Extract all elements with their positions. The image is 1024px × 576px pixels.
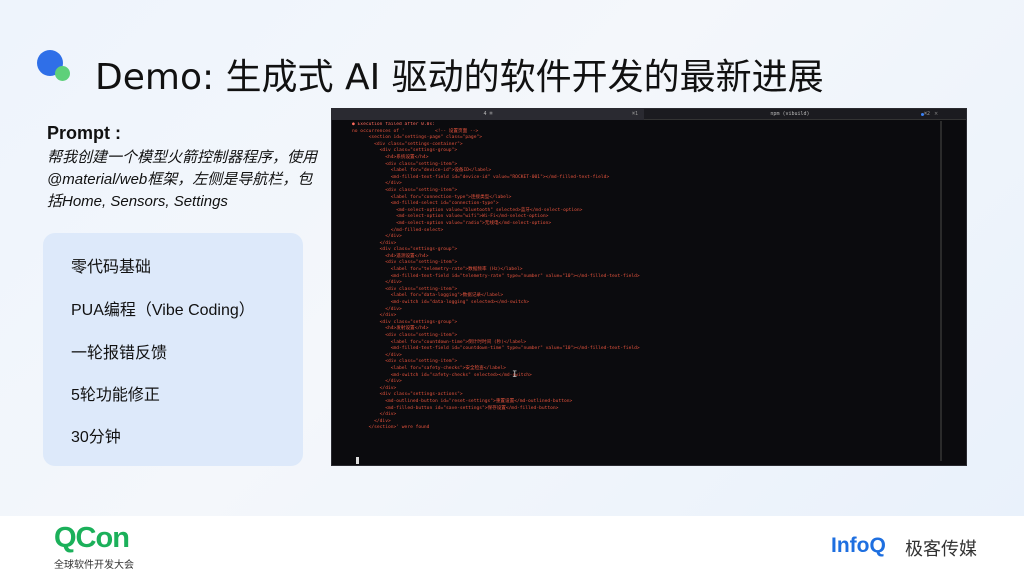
terminal-line: <md-filled-text-field id="telemetry-rate… (352, 273, 640, 279)
scrollbar[interactable] (940, 121, 942, 461)
close-icon[interactable]: × (934, 109, 940, 120)
terminal-tab-bar: 4 ⌘ ⌘1 npm (vibuild) ⌘2 × (332, 109, 966, 120)
tab-shortcut: ⌘1 (631, 111, 638, 117)
terminal-line: </div> (352, 181, 402, 187)
infoq-logo: InfoQ (831, 534, 886, 557)
key-point: 一轮报错反馈 (71, 345, 168, 362)
tab-activity-dot-icon (921, 113, 924, 116)
terminal-line: ● Execution failed after 0.0s: (352, 122, 435, 127)
terminal-line: <section id="settings-page" class="page"… (352, 135, 482, 141)
tab-label: 4 ⌘ (483, 111, 493, 117)
terminal-output: ● Execution failed after 0.0s: no occurre… (352, 122, 936, 461)
terminal-line: <md-filled-text-field id="device-id" val… (352, 174, 610, 180)
terminal-line: <div class="settings-group"> (352, 319, 458, 325)
terminal-cursor (356, 457, 359, 464)
terminal-line: </div> (352, 412, 397, 418)
key-points-card: 零代码基础 PUA编程（Vibe Coding） 一轮报错反馈 5轮功能修正 3… (43, 233, 303, 466)
terminal-line: <label for="safety-checks">安全检查</label> (352, 365, 506, 371)
terminal-line: <h4>系统设置</h4> (352, 154, 429, 160)
terminal-line: <div class="setting-item"> (352, 333, 458, 338)
terminal-line: <div class="setting-item"> (352, 359, 458, 365)
title-bullet-accent-icon (55, 66, 70, 81)
key-point: 5轮功能修正 (71, 387, 160, 404)
terminal-window[interactable]: 4 ⌘ ⌘1 npm (vibuild) ⌘2 × ● Execution fa… (331, 108, 967, 466)
terminal-line: <label for="telemetry-rate">数据频率 (Hz)</l… (352, 267, 523, 273)
terminal-line: <label for="device-id">设备ID</label> (352, 168, 492, 174)
terminal-line: <md-select-option value="wifi">Wi-Fi</md… (352, 214, 549, 220)
terminal-line: </section>' were found (352, 425, 430, 431)
terminal-line: </div> (352, 313, 397, 319)
terminal-line: <div class="settings-group"> (352, 247, 458, 253)
key-point: 零代码基础 (71, 259, 152, 276)
terminal-line: <md-switch id="safety-checks" selected><… (352, 372, 532, 378)
terminal-tab-1[interactable]: 4 ⌘ ⌘1 (332, 109, 644, 120)
text-cursor-icon: I (512, 370, 518, 380)
terminal-line: </div> (352, 234, 402, 240)
terminal-line: <div class="settings-actions"> (352, 392, 463, 398)
terminal-line: <div class="setting-item"> (352, 187, 458, 193)
terminal-line: <md-outlined-button id="reset-settings">… (352, 398, 573, 404)
terminal-line: <md-switch id="data-logging" selected></… (352, 300, 530, 306)
prompt-label: Prompt : (47, 123, 121, 143)
terminal-line: </div> (352, 418, 391, 424)
terminal-line: <md-filled-select id="connection-type"> (352, 201, 499, 207)
qcon-logo: QCon (54, 522, 130, 554)
slide-title: Demo: 生成式 AI 驱动的软件开发的最新进展 (95, 57, 824, 98)
terminal-line: <div class="settings-group"> (352, 148, 458, 154)
tab-shortcut: ⌘2 (923, 111, 930, 117)
terminal-line: <md-filled-text-field id="countdown-time… (352, 346, 640, 352)
terminal-line: </md-filled-select> (352, 227, 444, 233)
tab-label: npm (vibuild) (770, 111, 810, 117)
terminal-line: </div> (352, 379, 402, 385)
terminal-tab-2[interactable]: npm (vibuild) ⌘2 (644, 109, 936, 120)
key-point: PUA编程（Vibe Coding） (71, 302, 255, 319)
key-point: 30分钟 (71, 429, 121, 446)
prompt-text: 帮我创建一个模型火箭控制器程序，使用@material/web框架，左侧是导航栏… (47, 149, 318, 210)
terminal-line: </div> (352, 280, 402, 286)
terminal-line: <md-filled-button id="save-settings">保存设… (352, 405, 559, 411)
infoq-media-label: 极客传媒 (905, 539, 977, 560)
terminal-line: <md-select-option value="radio">无线电</md-… (352, 220, 552, 226)
terminal-line: </div> (352, 306, 402, 312)
terminal-line: <h4>发射设置</h4> (352, 326, 429, 332)
qcon-subtitle: 全球软件开发大会 (54, 560, 134, 571)
